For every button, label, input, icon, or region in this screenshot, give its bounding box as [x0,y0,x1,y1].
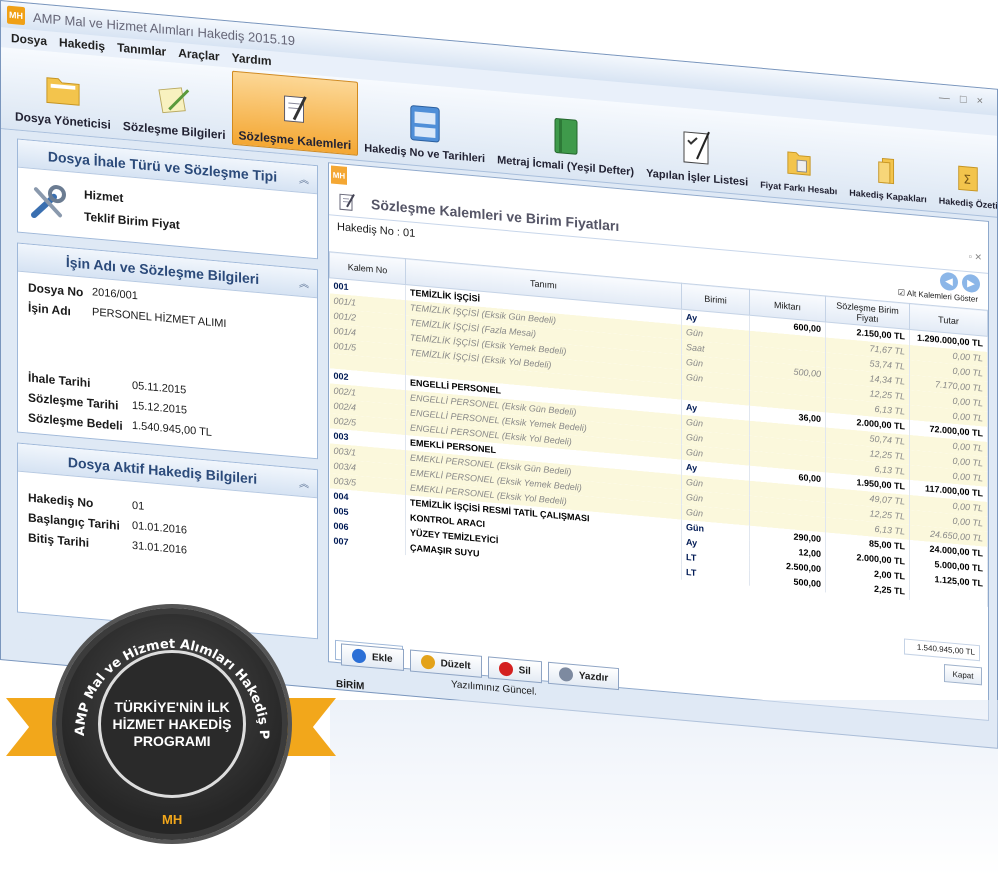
promo-badge: AMP Mal ve Hizmet Alımları Hakediş Progr… [6,598,336,876]
folder-stack-icon [875,156,901,186]
label: Bitiş Tarihi [28,530,90,550]
sozlesme-bedeli-value: 1.540.945,00 TL [132,419,212,439]
ihale-turu: Hizmet [84,187,124,205]
ribbon-label: Sözleşme Bilgileri [122,118,226,143]
card-isin-adi: İşin Adı ve Sözleşme Bilgileri ︽ Dosya No… [17,242,318,460]
menu-hakedis[interactable]: Hakediş [59,35,105,53]
file-cabinet-icon [407,104,443,143]
bitis-value: 31.01.2016 [132,539,188,557]
button-icon [498,661,513,677]
ribbon-button-7[interactable]: Hakediş Kapakları [843,125,933,207]
kalemler-table: Kalem No Tanımı Birimi Miktarı Sözleşme … [329,251,988,607]
green-book-icon [548,117,584,156]
menu-tanimlar[interactable]: Tanımlar [117,40,166,58]
action-button-2[interactable]: Sil [487,656,542,684]
arrow-right-icon[interactable]: ▶ [962,273,980,294]
sigma-folder-icon: Σ [955,163,981,193]
baslangic-value: 01.01.2016 [132,519,188,537]
document-pen-icon [156,80,192,119]
hakedis-no-label: Hakediş No : 01 [337,220,416,240]
window-reflection [330,700,998,876]
button-icon [420,654,435,670]
label: Sözleşme Bedeli [28,410,123,433]
window-controls: — □ × [939,92,997,109]
ribbon-label: Yapılan İşler Listesi [646,167,749,189]
badge-line2: HİZMET HAKEDİŞ [112,715,232,732]
ribbon-label: Hakediş Kapakları [849,187,927,205]
kalemler-panel: MH Sözleşme Kalemleri ve Birim Fiyatları… [328,162,989,722]
ribbon-button-4[interactable]: Metraj İcmali (Yeşil Defter) [491,94,640,181]
menu-araclar[interactable]: Araçlar [178,46,219,64]
label: Dosya No [28,280,84,300]
ribbon-label: Sözleşme Kalemleri [238,128,352,153]
maximize-button[interactable]: □ [960,93,967,106]
ribbon-button-6[interactable]: Fiyat Farkı Hesabı [754,117,843,199]
button-label: Sil [518,664,531,677]
ribbon-button-1[interactable]: Sözleşme Bilgileri [117,60,232,144]
kapat-label: Kapat [952,669,974,681]
dosya-no-value: 2016/001 [92,286,138,303]
button-label: Ekle [372,651,393,665]
ribbon-button-0[interactable]: Dosya Yöneticisi [9,51,117,135]
label: Hakediş No [28,490,94,511]
left-pane: Dosya İhale Türü ve Sözleşme Tipi ︽ Hizme… [1,129,324,666]
folder-icon [45,70,81,109]
arrow-left-icon[interactable]: ◀ [940,271,958,292]
badge-center: TÜRKİYE'NİN İLK HİZMET HAKEDİŞ PROGRAMI [98,650,246,798]
collapse-icon[interactable]: ︽ [299,275,309,291]
ribbon-label: Fiyat Farkı Hesabı [760,179,838,197]
label: Başlangıç Tarihi [28,510,120,533]
badge-line1: TÜRKİYE'NİN İLK [114,698,230,715]
menu-yardim[interactable]: Yardım [232,51,272,69]
sozlesme-tipi: Teklif Birim Fiyat [84,209,180,233]
checklist-icon [679,128,715,167]
collapse-icon[interactable]: ︽ [299,171,309,187]
collapse-icon[interactable]: ︽ [299,475,309,491]
kapat-button[interactable]: Kapat [944,664,982,686]
ribbon-label: Dosya Yöneticisi [15,109,111,132]
badge-mh: MH [162,812,183,827]
calculator-folder-icon [786,148,812,178]
card-ihale-turu: Dosya İhale Türü ve Sözleşme Tipi ︽ Hizme… [17,138,318,260]
ribbon-button-3[interactable]: Hakediş No ve Tarihleri [358,82,491,168]
label: Sözleşme Tarihi [28,390,119,413]
ribbon-button-5[interactable]: Yapılan İşler Listesi [640,107,754,191]
button-label: Düzelt [440,657,471,672]
button-icon [558,666,573,682]
notepad-pen-icon [277,90,313,129]
notepad-pen-icon [339,193,355,211]
minimize-button[interactable]: — [939,92,950,105]
panel-logo: MH [331,165,347,185]
ribbon-button-8[interactable]: Σ Hakediş Özeti [933,133,998,213]
grand-total: 1.540.945,00 TL [904,638,980,662]
badge-line3: PROGRAMI [133,732,211,749]
hakedis-no-value: 01 [132,499,145,513]
alt-kalem-checkbox[interactable]: ☑ [898,288,907,298]
right-pane: MH Sözleşme Kalemleri ve Birim Fiyatları… [324,158,997,726]
ribbon-label: Hakediş No ve Tarihleri [364,142,486,166]
ribbon-label: Hakediş Özeti [938,195,998,211]
button-label: Yazdır [578,670,609,684]
svg-text:Σ: Σ [964,172,972,187]
label: İşin Adı [28,300,71,319]
close-button[interactable]: × [977,95,983,108]
menu-dosya[interactable]: Dosya [11,31,47,48]
app-logo: MH [7,5,25,26]
button-icon [352,648,366,664]
sozlesme-tarihi-value: 15.12.2015 [132,399,188,417]
panel-close-icon[interactable]: ▫ ✕ [969,251,988,264]
badge-seal: AMP Mal ve Hizmet Alımları Hakediş Progr… [56,608,288,840]
tools-icon [31,185,66,219]
birim-label: BİRİM [336,678,365,693]
ribbon-button-2[interactable]: Sözleşme Kalemleri [231,70,359,156]
